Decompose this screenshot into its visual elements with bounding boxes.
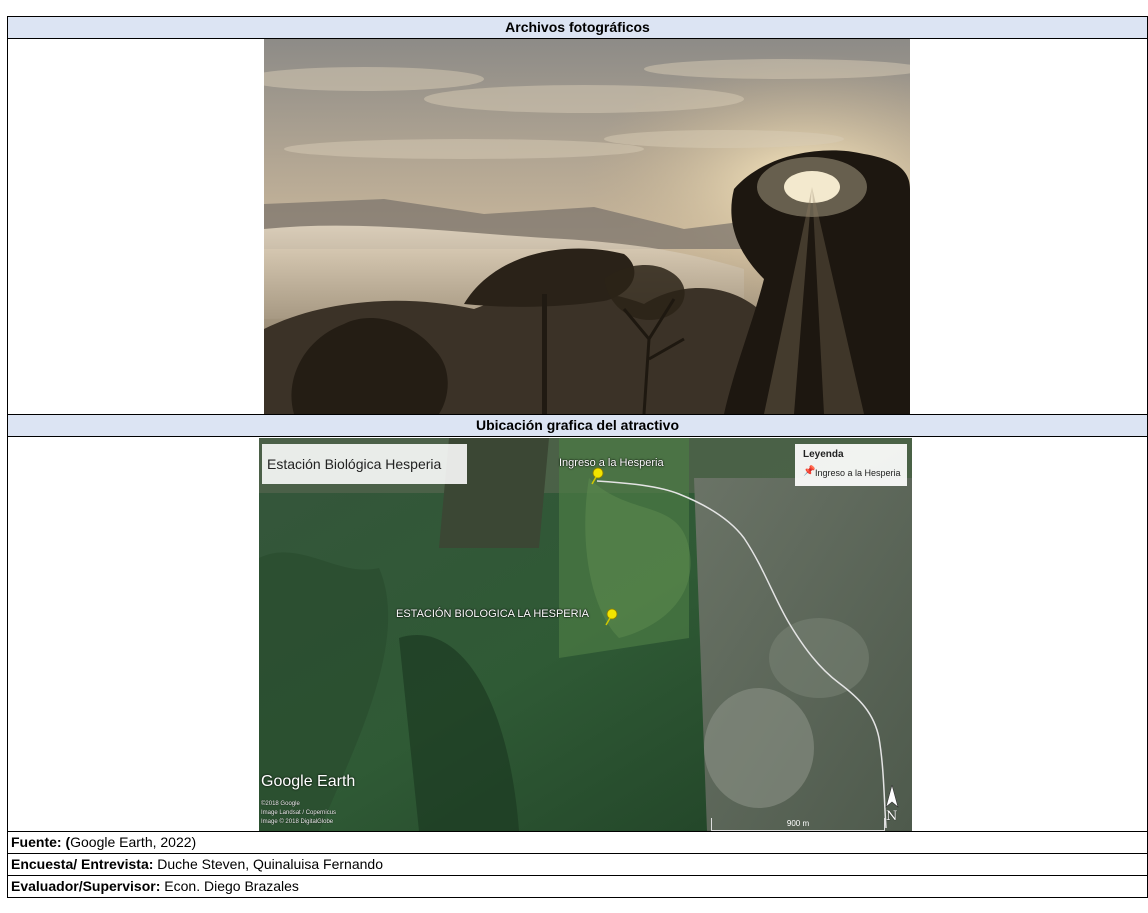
imagery-credits: ©2018 Google Image Landsat / Copernicus …	[261, 800, 336, 827]
source-row: Fuente: (Google Earth, 2022)	[7, 831, 1148, 854]
pushpin-icon: 📌	[803, 466, 816, 477]
legend-item-entrance: Ingreso a la Hesperia	[815, 468, 901, 478]
photo-section-header: Archivos fotográficos	[7, 16, 1148, 39]
station-pin-label: ESTACIÓN BIOLOGICA LA HESPERIA	[396, 608, 589, 620]
scale-bar: 900 m	[711, 818, 885, 831]
scale-label: 900 m	[786, 819, 810, 828]
attraction-sheet: Archivos fotográficos Ubicación grafica …	[7, 16, 1148, 898]
source-label: Fuente: (	[11, 834, 71, 850]
source-value: Google Earth, 2022)	[70, 834, 197, 850]
landscape-photo	[264, 39, 910, 414]
station-pushpin-icon[interactable]	[604, 608, 618, 626]
satellite-map: Estación Biológica Hesperia Leyenda 📌 In…	[259, 438, 912, 831]
evaluator-value: Econ. Diego Brazales	[160, 878, 299, 894]
evaluator-label: Evaluador/Supervisor:	[11, 878, 161, 894]
map-title: Estación Biológica Hesperia	[262, 444, 467, 484]
survey-row: Encuesta/ Entrevista: Duche Steven, Quin…	[7, 853, 1148, 876]
evaluator-row: Evaluador/Supervisor: Econ. Diego Brazal…	[7, 875, 1148, 898]
map-legend: Leyenda 📌 Ingreso a la Hesperia	[795, 444, 907, 486]
survey-label: Encuesta/ Entrevista:	[11, 856, 154, 872]
entrance-pin-label: Ingreso a la Hesperia	[559, 457, 664, 469]
legend-title: Leyenda	[803, 449, 844, 460]
map-cell: Estación Biológica Hesperia Leyenda 📌 In…	[7, 436, 1148, 832]
map-section-header: Ubicación grafica del atractivo	[7, 414, 1148, 437]
credit-line: ©2018 Google	[261, 801, 300, 807]
north-arrow-icon: N	[885, 785, 899, 824]
north-label: N	[886, 809, 898, 824]
entrance-pushpin-icon[interactable]	[590, 467, 604, 485]
google-earth-logo: Google Earth	[261, 773, 356, 790]
survey-value: Duche Steven, Quinaluisa Fernando	[153, 856, 383, 872]
credit-line: Image Landsat / Copernicus	[261, 810, 337, 816]
credit-line: Image © 2018 DigitalGlobe	[261, 819, 334, 825]
photo-cell	[7, 38, 1148, 415]
attraction-table: Archivos fotográficos Ubicación grafica …	[7, 16, 1148, 898]
